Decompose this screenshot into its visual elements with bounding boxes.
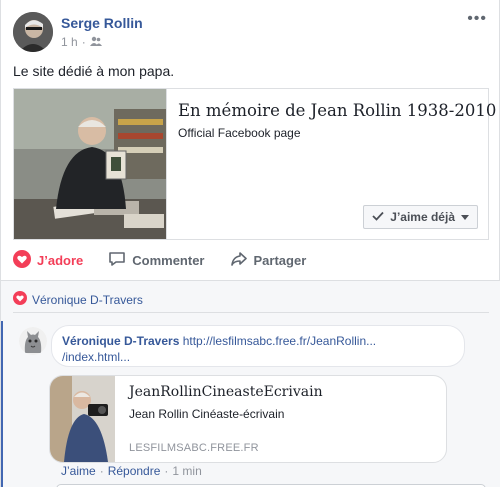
comment-link-preview[interactable]: JeanRollinCineasteEcrivain Jean Rollin C… (49, 375, 447, 463)
link-preview-title[interactable]: En mémoire de Jean Rollin 1938-2010 (178, 101, 496, 120)
share-arrow-icon (230, 250, 248, 271)
comment-label: Commenter (132, 252, 205, 268)
comment-bubble-icon (108, 250, 126, 271)
heart-reaction-icon (13, 291, 27, 308)
link-preview-image[interactable] (14, 89, 167, 239)
comment-time[interactable]: 1 min (172, 464, 201, 478)
comment-preview-body: JeanRollinCineasteEcrivain Jean Rollin C… (115, 376, 446, 462)
reactions-summary[interactable]: Véronique D-Travers (13, 291, 143, 308)
comments-divider (13, 312, 489, 313)
caret-down-icon (461, 210, 469, 224)
facebook-post: Serge Rollin 1 h · ••• Le site dédié à m… (0, 0, 500, 487)
comment-button[interactable]: Commenter (108, 250, 205, 271)
link-preview-subtitle: Official Facebook page (178, 126, 301, 140)
comment-like-link[interactable]: J’aime (61, 464, 96, 478)
post-time[interactable]: 1 h (61, 35, 78, 49)
comment-preview-domain: LESFILMSABC.FREE.FR (129, 442, 259, 454)
more-options-icon[interactable]: ••• (467, 10, 487, 28)
footer-separator: · (164, 464, 169, 478)
link-preview-body: En mémoire de Jean Rollin 1938-2010 Offi… (167, 89, 496, 239)
friends-audience-icon[interactable] (89, 35, 102, 49)
link-preview-card[interactable]: En mémoire de Jean Rollin 1938-2010 Offi… (13, 88, 496, 240)
comments-section: Véronique D-Travers Véronique D-Travers … (1, 280, 500, 487)
comment-link-part2[interactable]: /index.html... (62, 350, 130, 364)
comment-author[interactable]: Véronique D-Travers (62, 334, 179, 348)
post-meta: 1 h · (61, 35, 102, 49)
heart-icon (13, 249, 31, 271)
comment-preview-subtitle: Jean Rollin Cinéaste-écrivain (129, 407, 285, 421)
comment-preview-image[interactable] (50, 376, 115, 462)
comment-preview-title[interactable]: JeanRollinCineasteEcrivain (129, 384, 323, 400)
post-actions-bar: J’adore Commenter Partager (13, 246, 331, 274)
love-reaction-label: J’adore (37, 252, 84, 268)
post-text: Le site dédié à mon papa. (13, 63, 175, 79)
new-comment-indicator (1, 321, 3, 487)
comment-footer: J’aime · Répondre · 1 min (61, 464, 202, 478)
comment-bubble: Véronique D-Travers http://lesfilmsabc.f… (51, 325, 465, 367)
meta-separator: · (81, 35, 86, 49)
author-name[interactable]: Serge Rollin (61, 15, 143, 31)
already-liked-label: J’aime déjà (390, 210, 455, 224)
reacted-by-name[interactable]: Véronique D-Travers (32, 293, 143, 307)
love-reaction-button[interactable]: J’adore (13, 249, 84, 271)
author-avatar[interactable] (13, 12, 53, 52)
comment-link-part1[interactable]: http://lesfilmsabc.free.fr/JeanRollin... (183, 334, 376, 348)
footer-separator: · (99, 464, 104, 478)
share-label: Partager (253, 252, 307, 268)
commenter-avatar[interactable] (19, 327, 47, 355)
check-icon (372, 210, 384, 224)
share-button[interactable]: Partager (230, 250, 307, 271)
already-liked-button[interactable]: J’aime déjà (363, 205, 478, 229)
comment-reply-link[interactable]: Répondre (108, 464, 161, 478)
